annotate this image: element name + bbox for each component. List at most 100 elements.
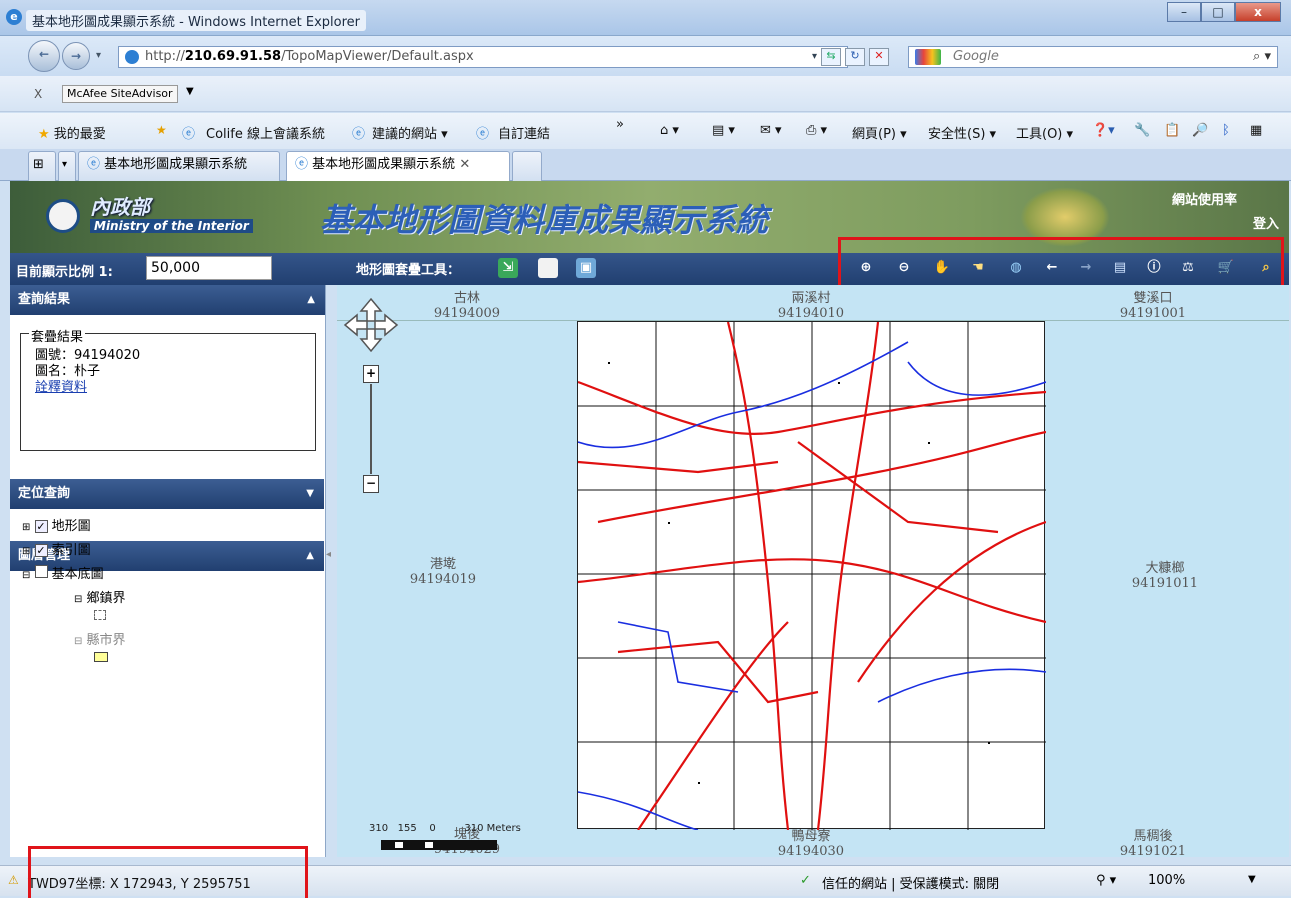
mcafee-dropdown-icon[interactable]: ▼ xyxy=(186,86,194,97)
fav-link-custom[interactable]: 自訂連結 xyxy=(498,123,550,142)
quick-tabs-button[interactable]: ⊞ xyxy=(28,151,56,181)
zoom-menu-icon[interactable]: ▼ xyxy=(1248,874,1256,885)
print-icon[interactable]: ⎙ ▾ xyxy=(806,123,827,138)
add-favorite-icon[interactable]: ★ xyxy=(156,123,167,137)
panel-splitter-icon[interactable]: ◂ xyxy=(326,549,331,560)
magnifier-icon[interactable]: ⌕ xyxy=(1256,258,1276,278)
fav-link-colife[interactable]: Colife 線上會議系統 xyxy=(206,123,325,142)
metadata-link[interactable]: 詮釋資料 xyxy=(35,376,87,395)
pan-north-icon[interactable] xyxy=(359,297,383,322)
usage-link[interactable]: 網站使用率 xyxy=(1172,189,1237,208)
zoom-level[interactable]: 100% xyxy=(1148,873,1185,888)
layer-checkbox[interactable]: ✓ xyxy=(34,520,48,533)
window-title-bar: e 基本地形圖成果顯示系統 - Windows Internet Explore… xyxy=(0,0,1291,36)
close-button[interactable]: x xyxy=(1235,2,1281,22)
maximize-button[interactable]: □ xyxy=(1201,2,1235,22)
zoom-in-icon[interactable]: ⊕ xyxy=(856,258,876,278)
back-button[interactable]: ← xyxy=(28,40,60,72)
identify-icon[interactable]: ⓘ xyxy=(1144,258,1164,278)
close-tab-icon[interactable]: ✕ xyxy=(459,157,470,172)
addon-icon-1[interactable]: 🔧 xyxy=(1134,123,1150,138)
pan-east-icon[interactable] xyxy=(374,313,399,337)
suggested-sites-icon: ⓔ xyxy=(352,127,366,142)
stop-icon[interactable]: ✕ xyxy=(869,48,890,66)
highlight-box-coords xyxy=(28,846,308,898)
sheet-label-n: 兩溪村 94194010 xyxy=(777,291,845,321)
addon-icon-3[interactable]: 🔎 xyxy=(1192,123,1208,138)
topo-map-sheet[interactable] xyxy=(577,321,1047,831)
url-dropdown-icon[interactable]: ▾ xyxy=(812,48,817,66)
overlay-result-box: 套疊結果 圖號：94194020 圖名：朴子 詮釋資料 xyxy=(20,326,316,451)
minimize-button[interactable]: – xyxy=(1167,2,1201,22)
overlay-blank-icon[interactable] xyxy=(538,258,558,278)
collapse-up-icon[interactable]: ▲ xyxy=(307,285,315,315)
search-input[interactable]: Google ⌕ ▾ xyxy=(908,46,1278,68)
overlay-export-icon[interactable]: ⇲ xyxy=(498,258,518,278)
collapse-up-icon[interactable]: ▲ xyxy=(306,541,314,571)
login-link[interactable]: 登入 xyxy=(1253,213,1279,232)
fav-link-suggested[interactable]: 建議的網站 ▾ xyxy=(372,123,448,142)
safety-menu[interactable]: 安全性(S) ▾ xyxy=(928,123,996,142)
layer-checkbox[interactable]: ✓ xyxy=(34,544,48,557)
compat-view-icon[interactable]: ⇆ xyxy=(821,48,842,66)
zoom-dropdown-icon[interactable]: ⚲ ▾ xyxy=(1096,873,1116,888)
mcafee-siteadvisor-button[interactable]: McAfee SiteAdvisor xyxy=(62,85,178,103)
measure-icon[interactable]: ⚖ xyxy=(1178,258,1198,278)
sheet-label-se: 馬稠後 94191021 xyxy=(1119,829,1187,857)
scale-input[interactable]: 50,000 xyxy=(146,256,272,280)
layer-item[interactable]: ⊞ ✓ 索引圖 xyxy=(22,539,126,563)
url-host: 210.69.91.58 xyxy=(184,49,282,64)
feeds-icon[interactable]: ▤ ▾ xyxy=(712,123,735,138)
address-actions: ▾ ⇆ ↻ ✕ xyxy=(812,48,890,66)
select-icon[interactable]: ☚ xyxy=(968,258,988,278)
tools-menu[interactable]: 工具(O) ▾ xyxy=(1016,123,1073,142)
pan-west-icon[interactable] xyxy=(343,313,368,337)
layer-checkbox[interactable] xyxy=(34,565,48,578)
refresh-icon[interactable]: ↻ xyxy=(845,48,866,66)
new-tab-button[interactable] xyxy=(512,151,542,181)
warning-icon: ⚠ xyxy=(8,873,19,887)
zoom-in-slider-button[interactable]: + xyxy=(363,365,379,383)
map-view[interactable]: 古林 94194009 兩溪村 94194010 雙溪口 94191001 港墘 941… xyxy=(337,285,1289,857)
qr-icon[interactable]: ▦ xyxy=(1250,123,1262,138)
full-extent-icon[interactable]: ◍ xyxy=(1006,258,1026,278)
zoom-slider-track[interactable] xyxy=(370,384,372,474)
layer-item[interactable]: ⊞ ✓ 地形圖 xyxy=(22,515,126,539)
tab-list-button[interactable]: ▾ xyxy=(58,151,76,181)
forward-button[interactable]: → xyxy=(62,42,90,70)
help-icon[interactable]: ❓▾ xyxy=(1092,123,1115,138)
previous-extent-icon[interactable]: ← xyxy=(1042,258,1062,278)
search-icon[interactable]: ⌕ ▾ xyxy=(1253,47,1271,67)
zoom-out-icon[interactable]: ⊖ xyxy=(894,258,914,278)
security-zone[interactable]: 信任的網站 | 受保護模式: 關閉 xyxy=(822,873,999,892)
layer-item[interactable]: ⊟ 基本底圖 xyxy=(22,563,126,587)
sublayer-item[interactable]: ⊟ 縣市界 xyxy=(22,629,126,651)
sublayer-item[interactable]: ⊟ 鄉鎮界 xyxy=(22,587,126,609)
print-map-icon[interactable]: ▤ xyxy=(1110,258,1130,278)
expand-down-icon[interactable]: ▼ xyxy=(306,479,314,509)
page-menu[interactable]: 網頁(P) ▾ xyxy=(852,123,907,142)
url-input[interactable]: http://210.69.91.58/TopoMapViewer/Defaul… xyxy=(118,46,848,68)
bluetooth-icon[interactable]: ᛒ xyxy=(1222,123,1230,138)
home-icon[interactable]: ⌂ ▾ xyxy=(660,123,679,138)
zoom-out-slider-button[interactable]: − xyxy=(363,475,379,493)
history-dropdown-icon[interactable]: ▾ xyxy=(96,50,101,61)
ie-page-icon: ⓔ xyxy=(182,127,196,142)
pan-control[interactable] xyxy=(343,297,399,353)
addon-icon-2[interactable]: 📋 xyxy=(1164,123,1180,138)
mail-icon[interactable]: ✉ ▾ xyxy=(760,123,782,138)
favorites-button[interactable]: ★ 我的最愛 xyxy=(38,123,106,142)
sheet-label-ne: 雙溪口 94191001 xyxy=(1119,291,1187,321)
locate-query-header[interactable]: 定位查詢 ▼ xyxy=(10,479,324,509)
next-extent-icon[interactable]: → xyxy=(1076,258,1096,278)
cart-icon[interactable]: 🛒 xyxy=(1216,258,1236,278)
tab-0[interactable]: ⓔ 基本地形圖成果顯示系統 xyxy=(78,151,280,181)
close-toolbar-button[interactable]: X xyxy=(34,87,42,101)
tab-bar: ⊞ ▾ ⓔ 基本地形圖成果顯示系統 ⓔ 基本地形圖成果顯示系統 ✕ xyxy=(0,149,1291,181)
tab-1[interactable]: ⓔ 基本地形圖成果顯示系統 ✕ xyxy=(286,151,510,181)
query-result-header[interactable]: 查詢結果 ▲ xyxy=(10,285,325,315)
more-chevron-icon[interactable]: » xyxy=(616,117,624,132)
overlay-image-icon[interactable]: ▣ xyxy=(576,258,596,278)
pan-hand-icon[interactable]: ✋ xyxy=(932,258,952,278)
pan-south-icon[interactable] xyxy=(359,328,383,353)
